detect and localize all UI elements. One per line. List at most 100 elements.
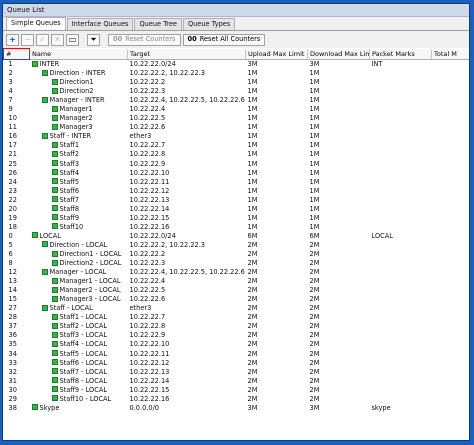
column-header-upload-max-limit[interactable]: Upload Max Limit <box>245 48 308 60</box>
table-row[interactable]: 38 Skype 0.0.0.0/0 3M 3M skype <box>4 404 470 413</box>
tab-interface-queues[interactable]: Interface Queues <box>66 18 134 30</box>
row-name: Staff5 <box>59 177 80 186</box>
table-row[interactable]: 30 Staff9 - LOCAL 10.22.22.15 2M 2M <box>4 386 470 395</box>
row-number: 13 <box>8 277 17 286</box>
row-number: 4 <box>8 87 13 96</box>
table-row[interactable]: 26 Staff4 10.22.22.10 1M 1M <box>4 169 470 178</box>
simple-queue-icon <box>51 368 58 375</box>
table-row[interactable]: 11 Manager3 10.22.22.6 1M 1M <box>4 123 470 132</box>
tab-simple-queues[interactable]: Simple Queues <box>6 17 66 30</box>
row-total-max-limit <box>432 340 470 349</box>
table-row[interactable]: 3 Direction1 10.22.22.2 1M 1M <box>4 78 470 87</box>
table-row[interactable]: 23 Staff6 10.22.22.12 1M 1M <box>4 187 470 196</box>
table-row[interactable]: 14 Manager2 - LOCAL 10.22.22.5 2M 2M <box>4 286 470 295</box>
table-row[interactable]: 18 Staff10 10.22.22.16 1M 1M <box>4 223 470 232</box>
table-row[interactable]: 28 Staff1 - LOCAL 10.22.22.7 2M 2M <box>4 313 470 322</box>
column-header-download-max-limit[interactable]: Download Max Limit <box>307 48 370 60</box>
row-name: Staff3 <box>59 159 80 168</box>
row-download-max-limit: 1M <box>309 87 320 96</box>
table-row[interactable]: 33 Staff6 - LOCAL 10.22.22.12 2M 2M <box>4 359 470 368</box>
add-button[interactable]: + <box>6 33 19 46</box>
table-row[interactable]: 34 Staff5 - LOCAL 10.22.22.11 2M 2M <box>4 350 470 359</box>
column-header-name[interactable]: Name <box>29 48 128 60</box>
row-number: 10 <box>8 114 17 123</box>
table-row[interactable]: 9 Manager1 10.22.22.4 1M 1M <box>4 105 470 114</box>
table-row[interactable]: 22 Staff7 10.22.22.13 1M 1M <box>4 196 470 205</box>
table-row[interactable]: 31 Staff8 - LOCAL 10.22.22.14 2M 2M <box>4 377 470 386</box>
row-packet-marks <box>370 350 432 359</box>
table-row[interactable]: 35 Staff4 - LOCAL 10.22.22.10 2M 2M <box>4 340 470 349</box>
table-row[interactable]: 16 Staff - INTER ether3 1M 1M <box>4 132 470 141</box>
row-upload-max-limit: 1M <box>247 186 258 195</box>
column-header-number[interactable]: # <box>3 48 30 60</box>
row-packet-marks <box>370 322 432 331</box>
table-row[interactable]: 24 Staff5 10.22.22.11 1M 1M <box>4 178 470 187</box>
row-download-max-limit: 2M <box>309 268 320 277</box>
table-row[interactable]: 15 Manager3 - LOCAL 10.22.22.6 2M 2M <box>4 295 470 304</box>
table-row[interactable]: 25 Staff3 10.22.22.9 1M 1M <box>4 160 470 169</box>
table-row[interactable]: 0 LOCAL 10.22.22.0/24 6M 6M LOCAL <box>4 232 470 241</box>
table-row[interactable]: 1 INTER 10.22.22.0/24 3M 3M INT <box>4 60 470 70</box>
enable-button[interactable]: ✓ <box>36 33 49 46</box>
table-row[interactable]: 6 Direction1 - LOCAL 10.22.22.2 2M 2M <box>4 250 470 259</box>
row-download-max-limit: 2M <box>309 349 320 358</box>
row-packet-marks: LOCAL <box>371 231 393 240</box>
row-upload-max-limit: 2M <box>247 304 258 313</box>
table-row[interactable]: 29 Staff10 - LOCAL 10.22.22.16 2M 2M <box>4 395 470 404</box>
table-row[interactable]: 36 Staff3 - LOCAL 10.22.22.9 2M 2M <box>4 331 470 340</box>
row-download-max-limit: 2M <box>309 394 320 403</box>
row-target: 10.22.22.10 <box>129 340 170 349</box>
row-total-max-limit <box>432 169 470 178</box>
reset-all-counters-button[interactable]: 00 Reset All Counters <box>182 33 266 46</box>
table-row[interactable]: 2 Direction - INTER 10.22.22.2, 10.22.22.3… <box>4 69 470 78</box>
table-row[interactable]: 7 Manager - INTER 10.22.22.4, 10.22.22.5, … <box>4 96 470 105</box>
row-download-max-limit: 2M <box>309 331 320 340</box>
row-packet-marks <box>370 96 432 105</box>
table-row[interactable]: 20 Staff8 10.22.22.14 1M 1M <box>4 205 470 214</box>
table-row[interactable]: 27 Staff - LOCAL ether3 2M 2M <box>4 304 470 313</box>
comment-button[interactable]: ▭ <box>66 33 79 46</box>
row-packet-marks <box>370 313 432 322</box>
row-name-cell: INTER <box>30 60 128 70</box>
table-row[interactable]: 8 Direction2 - LOCAL 10.22.22.3 2M 2M <box>4 259 470 268</box>
row-upload-max-limit: 1M <box>247 96 258 105</box>
queue-table-container: # Name Target Upload Max Limit Download … <box>3 48 469 440</box>
row-total-max-limit <box>432 205 470 214</box>
row-packet-marks <box>370 123 432 132</box>
table-row[interactable]: 12 Manager - LOCAL 10.22.22.4, 10.22.22.5,… <box>4 268 470 277</box>
row-name-cell: Staff7 - LOCAL <box>30 368 128 377</box>
row-upload-max-limit: 2M <box>247 250 258 258</box>
tab-queue-tree[interactable]: Queue Tree <box>134 18 182 30</box>
row-name: Direction - LOCAL <box>49 240 108 249</box>
table-row[interactable]: 21 Staff2 10.22.22.8 1M 1M <box>4 150 470 159</box>
disable-button[interactable]: ✕ <box>51 33 64 46</box>
column-header-target[interactable]: Target <box>127 48 246 60</box>
column-header-total-max-limit[interactable]: Total M <box>431 48 469 60</box>
row-name-cell: Staff6 <box>30 187 128 196</box>
simple-queue-icon <box>51 340 58 347</box>
column-header-packet-marks[interactable]: Packet Marks <box>369 48 432 60</box>
row-download-max-limit: 1M <box>309 159 320 168</box>
filter-button[interactable]: ⏷ <box>87 33 100 46</box>
row-packet-marks <box>370 241 432 250</box>
table-row[interactable]: 4 Direction2 10.22.22.3 1M 1M <box>4 87 470 96</box>
table-row[interactable]: 5 Direction - LOCAL 10.22.22.2, 10.22.22.3… <box>4 241 470 250</box>
row-total-max-limit <box>432 60 470 70</box>
row-name-cell: Staff - INTER <box>30 132 128 141</box>
reset-counters-button[interactable]: 00 Reset Counters <box>108 33 181 46</box>
tab-queue-types[interactable]: Queue Types <box>182 18 236 30</box>
simple-queue-icon <box>51 286 58 293</box>
table-row[interactable]: 13 Manager1 - LOCAL 10.22.22.4 2M 2M <box>4 277 470 286</box>
row-target: 10.22.22.4, 10.22.22.5, 10.22.22.6 <box>129 96 245 105</box>
simple-queue-icon <box>31 404 38 411</box>
row-number: 15 <box>8 295 17 304</box>
table-row[interactable]: 32 Staff7 - LOCAL 10.22.22.13 2M 2M <box>4 368 470 377</box>
row-total-max-limit <box>432 187 470 196</box>
remove-button[interactable]: − <box>21 33 34 46</box>
table-row[interactable]: 17 Staff1 10.22.22.7 1M 1M <box>4 141 470 150</box>
table-row[interactable]: 37 Staff2 - LOCAL 10.22.22.8 2M 2M <box>4 322 470 331</box>
table-row[interactable]: 10 Manager2 10.22.22.5 1M 1M <box>4 114 470 123</box>
row-number: 9 <box>8 105 13 114</box>
table-row[interactable]: 19 Staff9 10.22.22.15 1M 1M <box>4 214 470 223</box>
row-upload-max-limit: 2M <box>247 295 258 304</box>
